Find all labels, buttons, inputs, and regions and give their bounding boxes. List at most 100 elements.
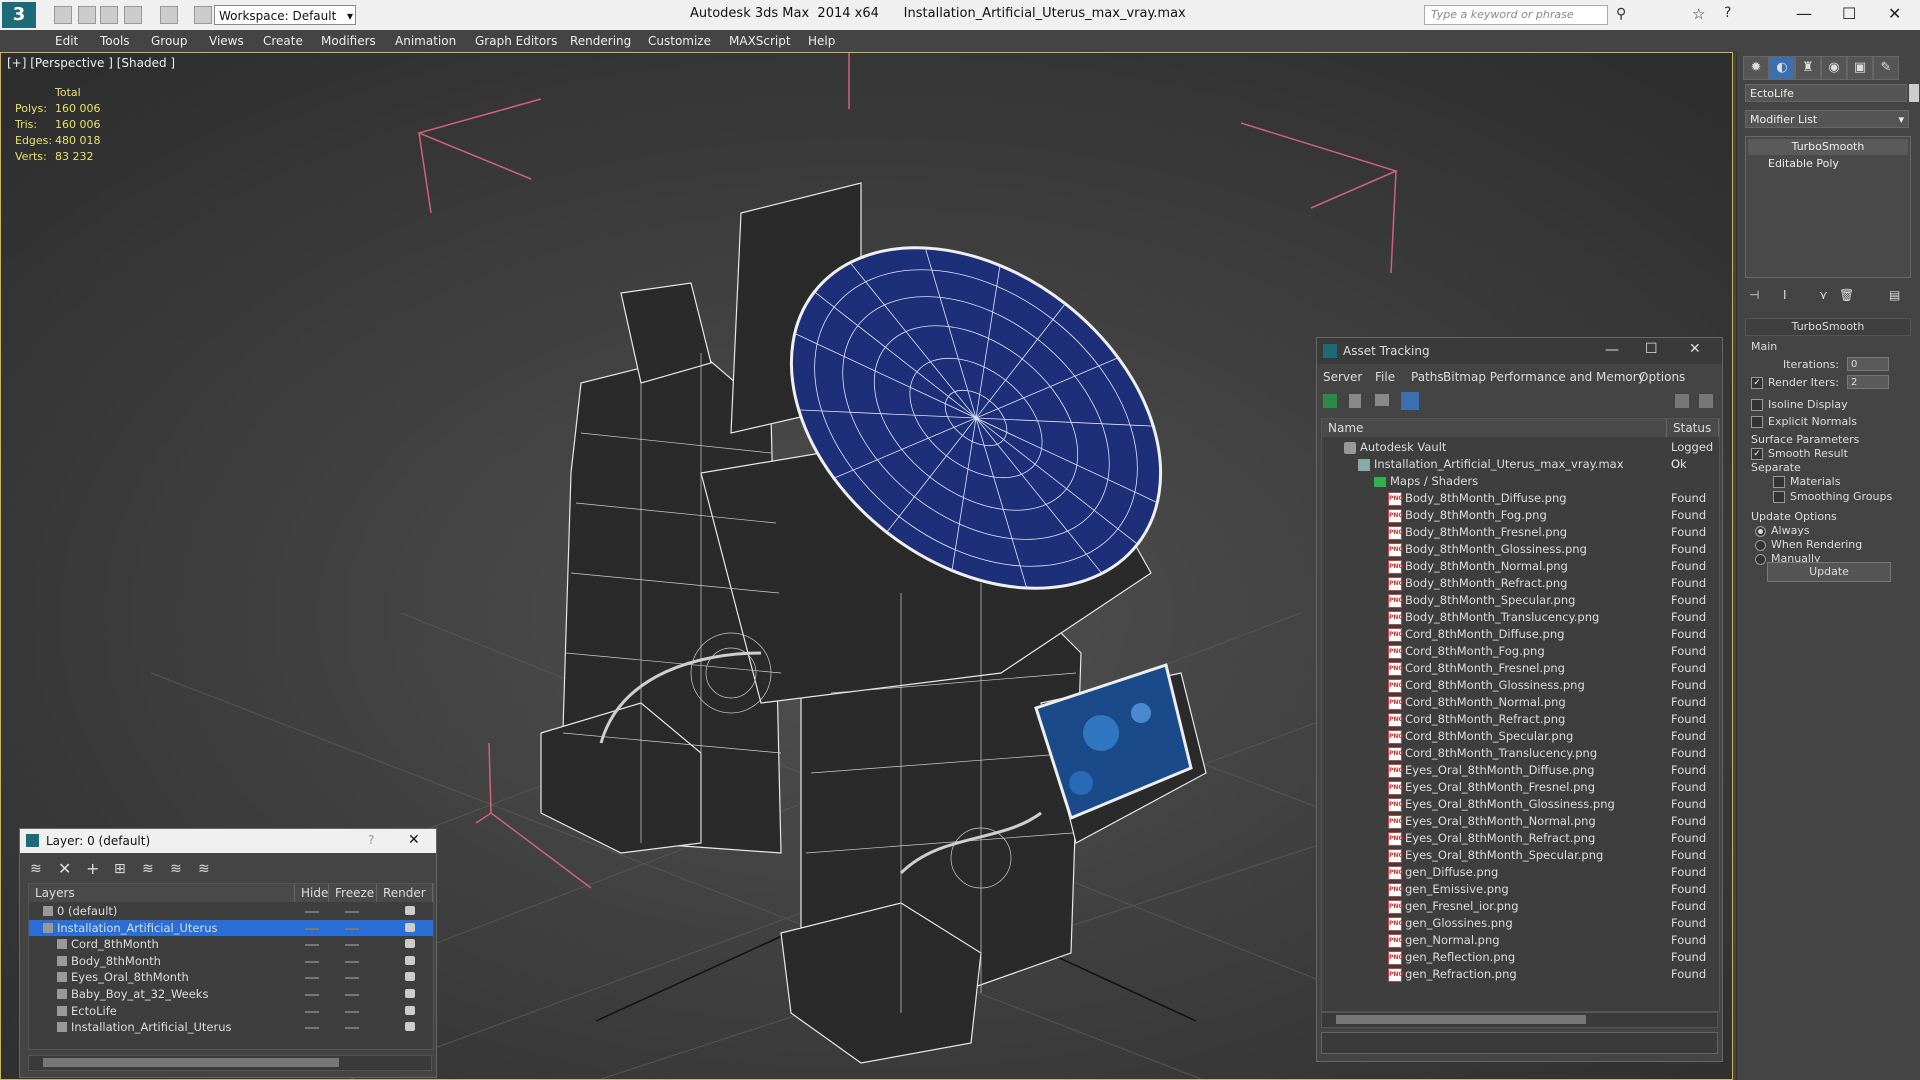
table-row[interactable]: PNG gen_Emissive.png Found [1322, 881, 1719, 898]
layer-row[interactable]: 0 (default) [29, 903, 433, 919]
smooth-result-checkbox[interactable]: ✓ [1751, 448, 1763, 460]
help-icon[interactable]: ? [368, 833, 374, 847]
table-row[interactable]: Installation_Artificial_Uterus_max_vray.… [1322, 456, 1719, 473]
render-teapot-icon[interactable] [405, 922, 415, 932]
close-icon[interactable]: ✕ [1888, 4, 1901, 23]
render-teapot-icon[interactable] [405, 906, 415, 915]
freeze-toggle[interactable] [345, 977, 359, 980]
menu-views[interactable]: Views [209, 34, 244, 48]
scrollbar-thumb[interactable] [43, 1058, 339, 1067]
modifier-list-dropdown[interactable]: Modifier List ▾ [1745, 110, 1909, 128]
redo-icon[interactable] [160, 6, 178, 24]
app-logo-icon[interactable]: 3 [2, 2, 36, 28]
utilities-tab-icon[interactable]: ✎ [1873, 56, 1899, 80]
asset-menu-options[interactable]: Options [1639, 370, 1685, 384]
render-teapot-icon[interactable] [405, 1005, 415, 1015]
save-icon[interactable] [100, 6, 118, 24]
turbosmooth-rollout-header[interactable]: TurboSmooth [1745, 318, 1911, 336]
freeze-toggle[interactable] [345, 1010, 359, 1013]
workspace-dropdown[interactable]: Workspace: Default ▾ [214, 5, 356, 25]
asset-tracking-titlebar[interactable]: Asset Tracking — ☐ ✕ [1317, 338, 1722, 364]
table-row[interactable]: PNG Cord_8thMonth_Fog.png Found [1322, 643, 1719, 660]
layer-row[interactable]: Body_8thMonth [29, 953, 433, 969]
manually-radio[interactable] [1755, 553, 1766, 565]
render-teapot-icon[interactable] [405, 1022, 415, 1032]
hide-toggle[interactable] [305, 927, 319, 930]
table-row[interactable]: PNG Cord_8thMonth_Refract.png Found [1322, 711, 1719, 728]
table-row[interactable]: PNG Body_8thMonth_Normal.png Found [1322, 558, 1719, 575]
freeze-toggle[interactable] [345, 960, 359, 963]
hide-toggle[interactable] [305, 994, 319, 996]
col-header-layers[interactable]: Layers [29, 884, 295, 902]
path-field[interactable] [1321, 1032, 1718, 1054]
modify-tab-icon[interactable]: ◐ [1769, 56, 1795, 80]
close-icon[interactable]: ✕ [1689, 341, 1701, 357]
pin-stack-icon[interactable]: ⊣ [1749, 288, 1759, 302]
minimize-icon[interactable]: — [1796, 4, 1812, 23]
remove-modifier-icon[interactable]: 🗑 [1839, 288, 1854, 302]
star-icon[interactable]: ☆ [1692, 5, 1705, 23]
menu-animation[interactable]: Animation [395, 34, 456, 48]
table-row[interactable]: PNG Cord_8thMonth_Diffuse.png Found [1322, 626, 1719, 643]
table-row[interactable]: PNG gen_Diffuse.png Found [1322, 864, 1719, 881]
explicit-normals-checkbox[interactable] [1751, 416, 1763, 428]
table-view-icon[interactable] [1401, 392, 1419, 410]
table-row[interactable]: PNG gen_Fresnel_ior.png Found [1322, 898, 1719, 915]
table-row[interactable]: PNG Cord_8thMonth_Specular.png Found [1322, 728, 1719, 745]
layer-row[interactable]: Baby_Boy_at_32_Weeks [29, 986, 433, 1002]
col-header-status[interactable]: Status [1667, 419, 1719, 437]
refresh-icon[interactable] [1323, 394, 1337, 408]
create-tab-icon[interactable]: ✹ [1743, 56, 1769, 80]
col-header-name[interactable]: Name [1322, 419, 1667, 437]
maximize-icon[interactable]: ☐ [1842, 4, 1856, 23]
hide-toggle[interactable] [305, 977, 319, 980]
hierarchy-tab-icon[interactable]: ♜ [1795, 56, 1821, 80]
table-row[interactable]: Maps / Shaders [1322, 473, 1719, 490]
project-folder-icon[interactable] [194, 6, 212, 24]
col-header-render[interactable]: Render [377, 884, 433, 902]
minimize-icon[interactable]: — [1605, 342, 1619, 358]
help-icon[interactable] [1675, 394, 1689, 408]
table-row[interactable]: PNG gen_Refraction.png Found [1322, 966, 1719, 983]
hide-toggle[interactable] [305, 911, 319, 913]
hide-toggle[interactable] [305, 944, 319, 947]
object-color-swatch[interactable] [1909, 84, 1919, 102]
menu-group[interactable]: Group [151, 34, 188, 48]
layer-row[interactable]: Cord_8thMonth [29, 936, 433, 952]
freeze-toggle[interactable] [345, 944, 359, 947]
render-teapot-icon[interactable] [405, 972, 415, 982]
iterations-spinner[interactable]: 0 [1847, 357, 1889, 371]
table-row[interactable]: PNG Cord_8thMonth_Normal.png Found [1322, 694, 1719, 711]
table-row[interactable]: PNG Body_8thMonth_Translucency.png Found [1322, 609, 1719, 626]
freeze-toggle[interactable] [345, 1027, 359, 1030]
hide-toggle[interactable] [305, 1010, 319, 1013]
asset-menu-paths[interactable]: Paths [1411, 370, 1444, 384]
menu-help[interactable]: Help [808, 34, 835, 48]
hide-all-icon[interactable]: ≋ [170, 861, 182, 877]
freeze-toggle[interactable] [345, 911, 359, 913]
open-file-icon[interactable] [78, 6, 96, 24]
table-row[interactable]: Autodesk Vault Logged O [1322, 439, 1719, 471]
undo-icon[interactable] [124, 6, 142, 24]
always-radio[interactable] [1755, 525, 1766, 537]
table-row[interactable]: PNG gen_Reflection.png Found [1322, 949, 1719, 966]
table-row[interactable]: PNG Body_8thMonth_Fog.png Found [1322, 507, 1719, 524]
close-icon[interactable]: ✕ [408, 832, 420, 848]
horizontal-scrollbar[interactable] [1321, 1012, 1718, 1028]
render-teapot-icon[interactable] [405, 939, 415, 949]
col-header-hide[interactable]: Hide [295, 884, 329, 902]
update-button[interactable]: Update [1767, 562, 1891, 582]
asset-menu-bitmap-performance[interactable]: Bitmap Performance and Memory [1443, 370, 1645, 384]
layer-row[interactable]: Eyes_Oral_8thMonth [29, 969, 433, 985]
menu-rendering[interactable]: Rendering [570, 34, 631, 48]
motion-tab-icon[interactable]: ◉ [1821, 56, 1847, 80]
table-row[interactable]: PNG gen_Normal.png Found [1322, 932, 1719, 949]
viewport-label[interactable]: [+] [Perspective ] [Shaded ] [7, 56, 175, 70]
table-row[interactable]: PNG Body_8thMonth_Glossiness.png Found [1322, 541, 1719, 558]
materials-checkbox[interactable] [1773, 476, 1785, 488]
isoline-checkbox[interactable] [1751, 399, 1763, 411]
render-teapot-icon[interactable] [405, 955, 415, 965]
layer-window-titlebar[interactable]: Layer: 0 (default) ? ✕ [20, 829, 436, 853]
list-view-icon[interactable] [1349, 394, 1361, 408]
menu-maxscript[interactable]: MAXScript [729, 34, 791, 48]
